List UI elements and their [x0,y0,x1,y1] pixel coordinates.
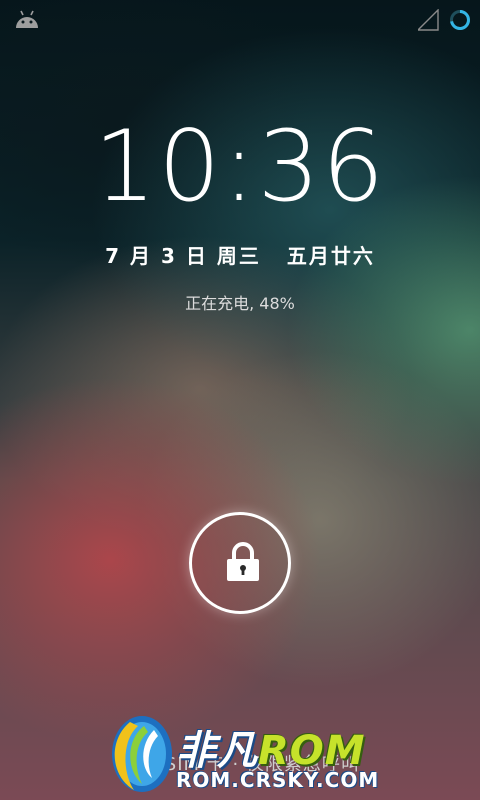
battery-charging-circle-icon [448,8,472,36]
watermark-url: ROM.CRSKY.COM [176,768,380,792]
date-row: 7 月 3 日 周三 五月廿六 [0,240,480,270]
lunar-date: 五月廿六 [286,244,375,268]
unlock-handle[interactable] [189,512,291,614]
android-debug-icon [14,9,40,33]
crsky-rom-watermark: 非凡ROM ROM.CRSKY.COM [104,708,388,800]
lockscreen-clock: 10:36 [93,110,387,224]
signal-empty-icon [416,8,440,35]
charging-status: 正在充电, 48% [185,294,295,313]
lock-icon [225,542,261,586]
gregorian-date: 7 月 3 日 周三 [105,244,261,268]
crsky-logo-icon [112,716,172,792]
status-bar [0,0,480,38]
